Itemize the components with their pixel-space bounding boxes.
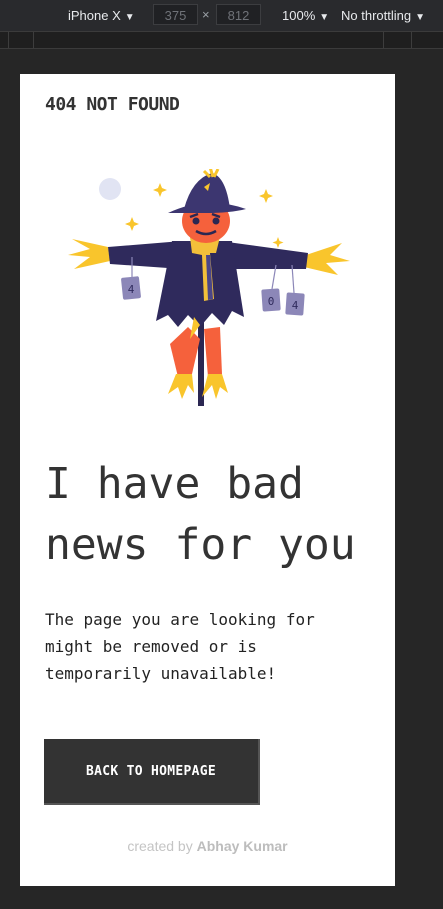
leg-right — [204, 327, 222, 377]
throttling-select[interactable]: No throttling ▼ — [341, 8, 425, 23]
throttling-label: No throttling — [341, 8, 412, 23]
can-label: 4 — [128, 283, 135, 296]
sparkle-icon — [259, 189, 273, 203]
sparkle-icon — [272, 237, 284, 248]
straw-hand-right — [304, 243, 350, 275]
error-message: The page you are looking for might be re… — [45, 606, 365, 687]
sparkle-icon — [153, 183, 167, 197]
sparkle-icon — [125, 217, 139, 231]
leg-left — [170, 327, 200, 377]
moon-icon — [99, 178, 121, 200]
can-label: 0 — [268, 295, 275, 308]
can-icon: 4 — [121, 276, 141, 300]
headline-line: news for you — [45, 520, 356, 570]
can-icon: 4 — [285, 292, 305, 316]
can-icon: 0 — [261, 288, 281, 312]
headline: I have bad news for you — [45, 454, 390, 576]
hat-top — [184, 173, 230, 209]
zoom-label: 100% — [282, 8, 316, 23]
message-line: The page you are looking for — [45, 610, 315, 629]
device-viewport: 404 NOT FOUND 4 0 4 I have bad news for … — [20, 74, 395, 886]
dimension-separator: × — [202, 7, 210, 22]
straw-hand-left — [68, 239, 110, 269]
media-query-ruler — [0, 31, 443, 49]
author-name: Abhay Kumar — [196, 838, 288, 854]
message-line: might be removed or is — [45, 637, 257, 656]
device-label: iPhone X — [68, 8, 121, 23]
headline-line: I have bad — [45, 459, 304, 509]
scarecrow-illustration: 4 0 4 — [68, 169, 350, 406]
back-to-homepage-button[interactable]: BACK TO HOMEPAGE — [44, 739, 260, 805]
zoom-select[interactable]: 100% ▼ — [282, 8, 329, 23]
device-select[interactable]: iPhone X ▼ — [68, 8, 135, 23]
chevron-down-icon: ▼ — [415, 12, 425, 23]
page-title: 404 NOT FOUND — [45, 94, 180, 115]
footer-credit: created by Abhay Kumar — [20, 838, 395, 854]
chevron-down-icon: ▼ — [319, 12, 330, 23]
devtools-device-toolbar: iPhone X ▼ 375 × 812 100% ▼ No throttling ▼ — [0, 0, 443, 31]
width-input[interactable]: 375 — [153, 4, 198, 25]
can-label: 4 — [292, 299, 299, 312]
footer-prefix: created by — [127, 838, 193, 854]
message-line: temporarily unavailable! — [45, 664, 277, 683]
height-input[interactable]: 812 — [216, 4, 261, 25]
chevron-down-icon: ▼ — [124, 12, 135, 23]
